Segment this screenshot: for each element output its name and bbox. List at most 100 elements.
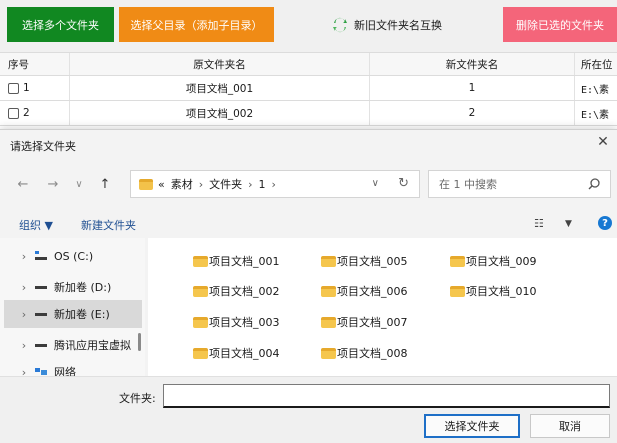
folder-list: 项目文档_001 项目文档_005 项目文档_009 项目文档_002 项目文档… [148, 238, 617, 376]
delete-selected-folders-button[interactable]: 删除已选的文件夹 [503, 7, 617, 42]
breadcrumb-separator[interactable]: › [199, 178, 203, 191]
new-folder-button[interactable]: 新建文件夹 [81, 217, 136, 233]
folder-icon [193, 255, 208, 267]
list-item[interactable]: 项目文档_005 [321, 252, 408, 270]
list-item[interactable]: 项目文档_001 [193, 252, 280, 270]
row-new-name: 2 [370, 101, 575, 125]
list-item[interactable]: 项目文档_007 [321, 313, 408, 331]
column-header-location[interactable]: 所在位 [575, 53, 617, 75]
navigation-bar: ← → ∨ ↑ « 素材 › 文件夹 › 1 › ∨ ↻ 在 1 中搜索 [0, 166, 617, 202]
view-options-icon[interactable]: ☷ [534, 217, 544, 230]
row-checkbox[interactable] [8, 82, 19, 94]
folder-name: 项目文档_010 [466, 285, 537, 298]
row-new-name: 1 [370, 76, 575, 100]
folder-input[interactable] [163, 384, 610, 408]
column-header-index[interactable]: 序号 [0, 53, 70, 75]
nav-item-drive-c[interactable]: › OS (C:) [4, 242, 142, 270]
folder-icon [321, 255, 336, 267]
folder-name: 项目文档_001 [209, 255, 280, 268]
recent-locations-chevron-icon[interactable]: ∨ [70, 175, 88, 193]
nav-item-label: 腾讯应用宝虚拟 [54, 339, 131, 352]
search-icon[interactable] [587, 177, 601, 191]
chevron-down-icon[interactable]: ▼ [565, 219, 572, 229]
folder-name: 项目文档_008 [337, 347, 408, 360]
up-arrow-icon[interactable]: ↑ [96, 175, 114, 193]
select-multiple-folders-button[interactable]: 选择多个文件夹 [7, 7, 114, 42]
folder-icon [450, 255, 465, 267]
nav-item-network[interactable]: › 网络 [4, 358, 142, 377]
breadcrumb-segment[interactable]: 素材 [171, 176, 193, 192]
organize-menu-button[interactable]: 组织 ▼ [19, 217, 53, 233]
navigation-scrollbar[interactable] [138, 333, 141, 351]
row-index: 2 [23, 107, 30, 119]
chevron-right-icon[interactable]: › [14, 281, 34, 294]
row-index: 1 [23, 82, 30, 94]
folder-name: 项目文档_002 [209, 285, 280, 298]
folder-picker-dialog: 请选择文件夹 ✕ ← → ∨ ↑ « 素材 › 文件夹 › 1 › ∨ ↻ 在 … [0, 129, 617, 443]
breadcrumb-segment[interactable]: 文件夹 [209, 176, 242, 192]
list-item[interactable]: 项目文档_009 [450, 252, 537, 270]
folder-name: 项目文档_006 [337, 285, 408, 298]
cancel-button[interactable]: 取消 [530, 414, 610, 438]
help-icon[interactable]: ? [598, 216, 612, 230]
navigation-pane: › OS (C:) › 新加卷 (D:) › 新加卷 (E:) › 腾讯应用宝虚… [0, 238, 145, 376]
table-row[interactable]: 1 项目文档_001 1 E:\素 [0, 76, 617, 101]
row-path: E:\素 [581, 84, 610, 96]
list-item[interactable]: 项目文档_006 [321, 282, 408, 300]
list-item[interactable]: 项目文档_002 [193, 282, 280, 300]
breadcrumb-segment[interactable]: 1 [259, 178, 266, 191]
toolbar: 选择多个文件夹 选择父目录（添加子目录） 新旧文件夹名互换 删除已选的文件夹 [0, 0, 617, 52]
network-icon [35, 368, 47, 375]
chevron-right-icon[interactable]: › [14, 250, 34, 263]
nav-item-tencent-drive[interactable]: › 腾讯应用宝虚拟 [4, 331, 142, 359]
row-checkbox[interactable] [8, 107, 19, 119]
forward-arrow-icon[interactable]: → [44, 175, 62, 193]
list-item[interactable]: 项目文档_003 [193, 313, 280, 331]
breadcrumb-separator[interactable]: › [272, 178, 276, 191]
row-old-name: 项目文档_002 [70, 101, 370, 125]
list-item[interactable]: 项目文档_004 [193, 344, 280, 362]
breadcrumb-separator[interactable]: › [248, 178, 252, 191]
swap-names-button[interactable]: 新旧文件夹名互换 [322, 7, 452, 42]
swap-names-label: 新旧文件夹名互换 [354, 19, 442, 32]
folder-table: 序号 原文件夹名 新文件夹名 所在位 1 项目文档_001 1 E:\素 2 项… [0, 52, 617, 126]
chevron-right-icon[interactable]: › [14, 339, 34, 352]
refresh-icon[interactable]: ↻ [398, 176, 409, 191]
close-icon[interactable]: ✕ [595, 134, 611, 150]
search-placeholder: 在 1 中搜索 [439, 178, 497, 191]
address-bar[interactable]: « 素材 › 文件夹 › 1 › ∨ ↻ [130, 170, 420, 198]
dialog-footer: 文件夹: 选择文件夹 取消 [0, 376, 617, 443]
folder-icon [450, 285, 465, 297]
row-old-name: 项目文档_001 [70, 76, 370, 100]
folder-icon [321, 316, 336, 328]
row-path: E:\素 [581, 109, 610, 121]
list-item[interactable]: 项目文档_010 [450, 282, 537, 300]
select-folder-button[interactable]: 选择文件夹 [424, 414, 520, 438]
column-header-new-name[interactable]: 新文件夹名 [370, 53, 575, 75]
list-item[interactable]: 项目文档_008 [321, 344, 408, 362]
dialog-title: 请选择文件夹 [10, 140, 76, 153]
folder-field-label: 文件夹: [119, 392, 156, 405]
folder-icon [321, 285, 336, 297]
chevron-down-icon[interactable]: ∨ [372, 178, 379, 189]
folder-name: 项目文档_005 [337, 255, 408, 268]
column-header-old-name[interactable]: 原文件夹名 [70, 53, 370, 75]
chevron-right-icon[interactable]: › [14, 308, 34, 321]
windows-drive-icon [35, 251, 47, 260]
nav-item-drive-e[interactable]: › 新加卷 (E:) [4, 300, 142, 328]
drive-icon [35, 344, 47, 347]
nav-item-label: 新加卷 (D:) [54, 281, 112, 294]
nav-item-drive-d[interactable]: › 新加卷 (D:) [4, 273, 142, 301]
back-arrow-icon[interactable]: ← [14, 175, 32, 193]
nav-item-label: OS (C:) [54, 249, 94, 263]
search-input[interactable]: 在 1 中搜索 [428, 170, 611, 198]
nav-item-label: 网络 [54, 366, 76, 376]
select-parent-directory-button[interactable]: 选择父目录（添加子目录） [119, 7, 274, 42]
table-row[interactable]: 2 项目文档_002 2 E:\素 [0, 101, 617, 126]
folder-icon [193, 316, 208, 328]
chevron-right-icon[interactable]: › [14, 366, 34, 377]
folder-name: 项目文档_003 [209, 316, 280, 329]
table-header-row: 序号 原文件夹名 新文件夹名 所在位 [0, 52, 617, 76]
folder-icon [193, 347, 208, 359]
breadcrumb-prefix[interactable]: « [158, 178, 165, 191]
